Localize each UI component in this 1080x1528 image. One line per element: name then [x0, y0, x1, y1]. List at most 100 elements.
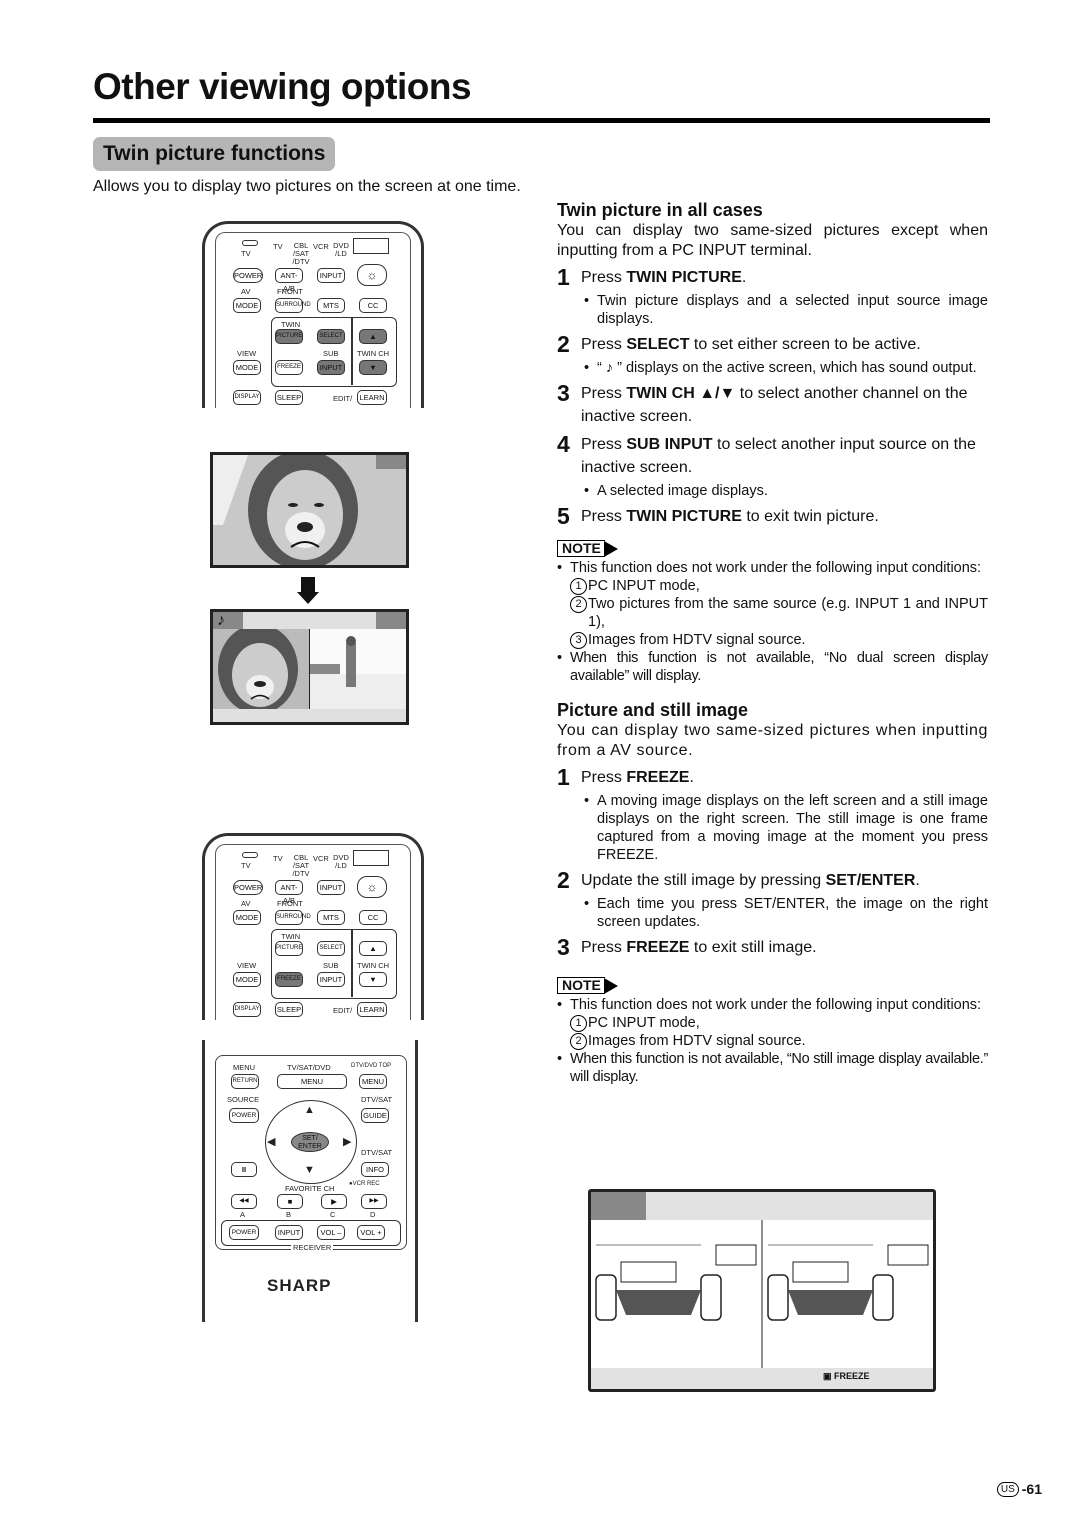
twin-all-note: • This function does not work under the f… [557, 559, 988, 685]
golfer-image-right [310, 629, 406, 709]
guide-button[interactable]: GUIDE [361, 1108, 389, 1123]
vol-minus-button[interactable]: VOL – [317, 1225, 345, 1240]
source-slider[interactable] [353, 850, 389, 866]
sub-input-button[interactable]: INPUT [317, 972, 345, 987]
display-button[interactable]: DISPLAY [233, 1002, 261, 1017]
surround-button[interactable]: SURROUND [275, 910, 311, 925]
return-button[interactable]: RETURN [231, 1074, 259, 1089]
view-mode-button[interactable]: MODE [233, 972, 261, 987]
sleep-button[interactable]: SLEEP [275, 390, 303, 405]
top-menu-button[interactable]: MENU [359, 1074, 387, 1089]
menu-button[interactable]: MENU [277, 1074, 347, 1089]
light-button[interactable]: ☼ [357, 876, 387, 898]
dpad-right-button[interactable]: ▶ [343, 1135, 351, 1148]
stop-button[interactable]: ■ [277, 1194, 303, 1209]
twin-ch-up-button[interactable]: ▲ [359, 941, 387, 956]
vol-plus-button[interactable]: VOL + [357, 1225, 385, 1240]
source-vcr-label: VCR [313, 242, 329, 251]
input-button[interactable]: INPUT [317, 268, 345, 283]
step-text: Press TWIN CH ▲/▼ to select another chan… [581, 382, 988, 428]
sub-label: SUB [323, 961, 339, 970]
twin-ch-down-button[interactable]: ▼ [359, 972, 387, 987]
pause-button[interactable]: II [231, 1162, 257, 1177]
light-button[interactable]: ☼ [357, 264, 387, 286]
power-button[interactable]: POWER [233, 268, 263, 283]
display-button[interactable]: DISPLAY [233, 390, 261, 405]
twin-label: TWIN [281, 320, 301, 329]
select-button[interactable]: SELECT [317, 941, 345, 956]
step-text-key: SELECT [626, 336, 690, 353]
learn-button[interactable]: LEARN [357, 390, 387, 405]
step-number: 1 [557, 264, 570, 290]
select-button[interactable]: SELECT [317, 329, 345, 344]
menu-label: MENU [233, 1063, 256, 1072]
bullet-text: Each time you press SET/ENTER, the image… [597, 896, 988, 930]
av-label: AV [241, 899, 251, 908]
remote-top: TV TV CBL /SAT /DTV VCR DVD /LD POWER AN… [202, 221, 424, 408]
source-dvd-label: DVD /LD [333, 241, 349, 258]
mts-button[interactable]: MTS [317, 910, 345, 925]
source-slider[interactable] [353, 238, 389, 254]
view-mode-button[interactable]: MODE [233, 360, 261, 375]
freeze-button[interactable]: FREEZE [275, 360, 303, 375]
dtvsat-label-2: DTV/SAT [361, 1148, 393, 1157]
step-text-pre: Press [581, 769, 627, 786]
freeze-button[interactable]: FREEZE [275, 972, 303, 987]
arrow-down-icon [301, 577, 315, 593]
info-button[interactable]: INFO [361, 1162, 389, 1177]
region-badge: US [996, 1481, 1019, 1497]
play-button[interactable]: ▶ [321, 1194, 347, 1209]
av-mode-button[interactable]: MODE [233, 298, 261, 313]
dpad-down-button[interactable]: ▼ [304, 1164, 315, 1176]
twin-picture-button[interactable]: PICTURE [275, 941, 303, 956]
step-text-key: TWIN CH ▲/▼ [626, 385, 736, 402]
fast-forward-button[interactable]: ▶▶ [361, 1194, 387, 1209]
mts-button[interactable]: MTS [317, 298, 345, 313]
source-power-button[interactable]: POWER [229, 1108, 259, 1123]
note-label: NOTE [557, 540, 605, 557]
corner-indicator [376, 455, 406, 469]
twin-ch-up-button[interactable]: ▲ [359, 329, 387, 344]
learn-button[interactable]: LEARN [357, 1002, 387, 1017]
sub-input-button[interactable]: INPUT [317, 360, 345, 375]
note-label: NOTE [557, 977, 605, 994]
condition-number: 3 [570, 632, 587, 649]
step-number: 5 [557, 503, 570, 529]
step-text-key: FREEZE [626, 939, 690, 956]
dpad-left-button[interactable]: ◀ [267, 1135, 275, 1148]
step-text-pre: Press [581, 269, 627, 286]
step-number: 2 [557, 867, 570, 893]
cc-button[interactable]: CC [359, 910, 387, 925]
sleep-button[interactable]: SLEEP [275, 1002, 303, 1017]
input-button[interactable]: INPUT [317, 880, 345, 895]
set-enter-button[interactable]: SET/ ENTER [291, 1132, 329, 1152]
av-mode-button[interactable]: MODE [233, 910, 261, 925]
note-condition: 1 PC INPUT mode, [570, 1014, 988, 1032]
condition-number: 1 [570, 578, 587, 595]
edit-label: EDIT/ [333, 394, 353, 403]
power-button[interactable]: POWER [233, 880, 263, 895]
twin-all-steps: 1 Press TWIN PICTURE. • Twin picture displa… [557, 266, 988, 528]
twin-ch-down-button[interactable]: ▼ [359, 360, 387, 375]
label-a: A [240, 1210, 246, 1219]
note-item: • This function does not work under the f… [557, 560, 988, 649]
note-item: • This function does not work under the f… [557, 996, 988, 1050]
rewind-button[interactable]: ◀◀ [231, 1194, 257, 1209]
step-text: Press SUB INPUT to select another input … [581, 433, 988, 479]
step-text-post: to exit still image. [689, 939, 817, 956]
still-steps: 1 Press FREEZE. • A moving image displays o… [557, 766, 988, 959]
condition-number: 2 [570, 1033, 587, 1050]
ant-button[interactable]: ANT-A/B [275, 880, 303, 905]
receiver-input-button[interactable]: INPUT [275, 1225, 303, 1240]
vcr-rec-label: ●VCR REC [349, 1181, 380, 1187]
surround-button[interactable]: SURROUND [275, 298, 311, 313]
step-text: Update the still image by pressing SET/E… [581, 869, 988, 892]
condition-number: 2 [570, 596, 587, 613]
cc-button[interactable]: CC [359, 298, 387, 313]
note-item: • When this function is not available, “N… [557, 650, 988, 684]
step-number: 4 [557, 431, 570, 457]
twin-picture-button[interactable]: PICTURE [275, 329, 303, 344]
receiver-power-button[interactable]: POWER [229, 1225, 259, 1240]
dpad-up-button[interactable]: ▲ [304, 1104, 315, 1116]
ant-button[interactable]: ANT-A/B [275, 268, 303, 293]
